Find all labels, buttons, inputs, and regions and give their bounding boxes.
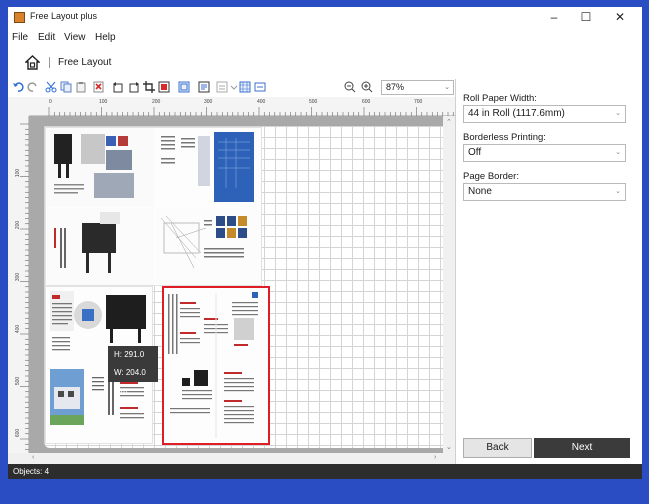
- ruler-mark: 500: [309, 99, 318, 105]
- crop-icon[interactable]: [143, 81, 155, 93]
- rotate-right-icon[interactable]: [128, 81, 140, 93]
- ruler-mark: 0: [49, 99, 52, 105]
- maximize-button[interactable]: ☐: [571, 7, 601, 29]
- delete-icon[interactable]: [93, 81, 105, 93]
- borderless-printing-value: Off: [468, 147, 482, 158]
- screen-background: Free Layout plus – ☐ ✕ File Edit View He…: [0, 0, 649, 504]
- borderless-printing-label: Borderless Printing:: [463, 132, 546, 143]
- vertical-scrollbar[interactable]: ⌃ ⌄: [443, 116, 455, 453]
- ruler-ticks: [20, 123, 29, 450]
- zoom-out-icon[interactable]: [344, 81, 356, 93]
- brochure-page-image: [168, 292, 258, 438]
- breadcrumb-label: Free Layout: [58, 57, 112, 68]
- title-bar: Free Layout plus – ☐ ✕: [8, 7, 642, 29]
- layout-object[interactable]: [45, 127, 262, 286]
- roll-paper-width-select[interactable]: 44 in Roll (1117.6mm) ⌄: [463, 105, 626, 123]
- fullscreen-icon[interactable]: [178, 81, 190, 93]
- ruler-mark: 100: [99, 99, 108, 105]
- toolbar: 87% ⌄: [8, 79, 455, 97]
- ruler-mark: 300: [204, 99, 213, 105]
- window-title: Free Layout plus: [30, 11, 98, 21]
- ruler-corner: [8, 97, 29, 116]
- page-border-value: None: [468, 186, 492, 197]
- home-icon[interactable]: [25, 55, 40, 70]
- ruler-mark: 400: [257, 99, 266, 105]
- menu-view[interactable]: View: [64, 32, 86, 43]
- chevron-down-icon: ⌄: [615, 149, 621, 156]
- roll-paper: H: 291.0 mm W: 204.0 mm: [44, 126, 443, 448]
- chevron-down-icon: ⌄: [615, 188, 621, 195]
- borderless-printing-select[interactable]: Off ⌄: [463, 144, 626, 162]
- rotate-left-icon[interactable]: [112, 81, 124, 93]
- scroll-right-icon[interactable]: ›: [434, 454, 436, 461]
- ruler-mark: 600: [362, 99, 371, 105]
- horizontal-ruler: 0 100 200 300 400 500 600 700: [29, 97, 455, 116]
- app-icon: [14, 12, 25, 23]
- chevron-down-icon: ⌄: [444, 84, 450, 91]
- size-tooltip-height: H: 291.0 mm: [108, 346, 158, 377]
- ruler-mark: 700: [414, 99, 423, 105]
- ruler-mark: 200: [152, 99, 161, 105]
- zoom-in-icon[interactable]: [361, 81, 373, 93]
- zoom-select[interactable]: 87% ⌄: [381, 80, 454, 95]
- brochure-page-image: [46, 128, 261, 285]
- breadcrumb-divider: [49, 57, 50, 68]
- horizontal-scrollbar[interactable]: ‹ ›: [8, 453, 455, 464]
- selected-layout-object[interactable]: [162, 286, 270, 445]
- page-border-label: Page Border:: [463, 171, 519, 182]
- chevron-down-icon[interactable]: [230, 81, 238, 93]
- scroll-left-icon[interactable]: ‹: [32, 454, 34, 461]
- grid-icon[interactable]: [239, 81, 251, 93]
- menu-edit[interactable]: Edit: [38, 32, 55, 43]
- copy-icon[interactable]: [60, 81, 72, 93]
- menu-bar: File Edit View Help: [8, 29, 642, 47]
- paper-icon[interactable]: [198, 81, 210, 93]
- paste-icon[interactable]: [75, 81, 87, 93]
- menu-help[interactable]: Help: [95, 32, 116, 43]
- settings-panel: Roll Paper Width: 44 in Roll (1117.6mm) …: [455, 79, 642, 464]
- back-button[interactable]: Back: [463, 438, 532, 458]
- close-button[interactable]: ✕: [605, 7, 635, 29]
- page-border-select[interactable]: None ⌄: [463, 183, 626, 201]
- scroll-up-icon[interactable]: ⌃: [446, 118, 452, 126]
- snap-icon[interactable]: [254, 81, 266, 93]
- undo-icon[interactable]: [12, 81, 24, 93]
- minimize-button[interactable]: –: [539, 7, 569, 29]
- scroll-down-icon[interactable]: ⌄: [446, 443, 452, 451]
- menu-file[interactable]: File: [12, 32, 28, 43]
- next-button[interactable]: Next: [534, 438, 630, 458]
- layout-canvas[interactable]: H: 291.0 mm W: 204.0 mm: [29, 116, 443, 453]
- roll-paper-width-label: Roll Paper Width:: [463, 93, 537, 104]
- ruler-ticks: [48, 107, 454, 116]
- fit-icon[interactable]: [158, 81, 170, 93]
- status-bar: Objects: 4: [8, 464, 642, 479]
- zoom-value: 87%: [386, 82, 405, 92]
- align-icon[interactable]: [216, 81, 228, 93]
- objects-count: Objects: 4: [13, 467, 50, 476]
- taskbar: [0, 479, 649, 504]
- cut-icon[interactable]: [45, 81, 57, 93]
- breadcrumb: Free Layout: [8, 53, 642, 73]
- app-window: Free Layout plus – ☐ ✕ File Edit View He…: [8, 7, 642, 479]
- size-tooltip-width: W: 204.0 mm: [108, 364, 158, 395]
- vertical-ruler: 100 200 300 400 500 600: [8, 116, 29, 453]
- roll-paper-width-value: 44 in Roll (1117.6mm): [468, 108, 565, 119]
- redo-icon[interactable]: [27, 81, 39, 93]
- chevron-down-icon: ⌄: [615, 110, 621, 117]
